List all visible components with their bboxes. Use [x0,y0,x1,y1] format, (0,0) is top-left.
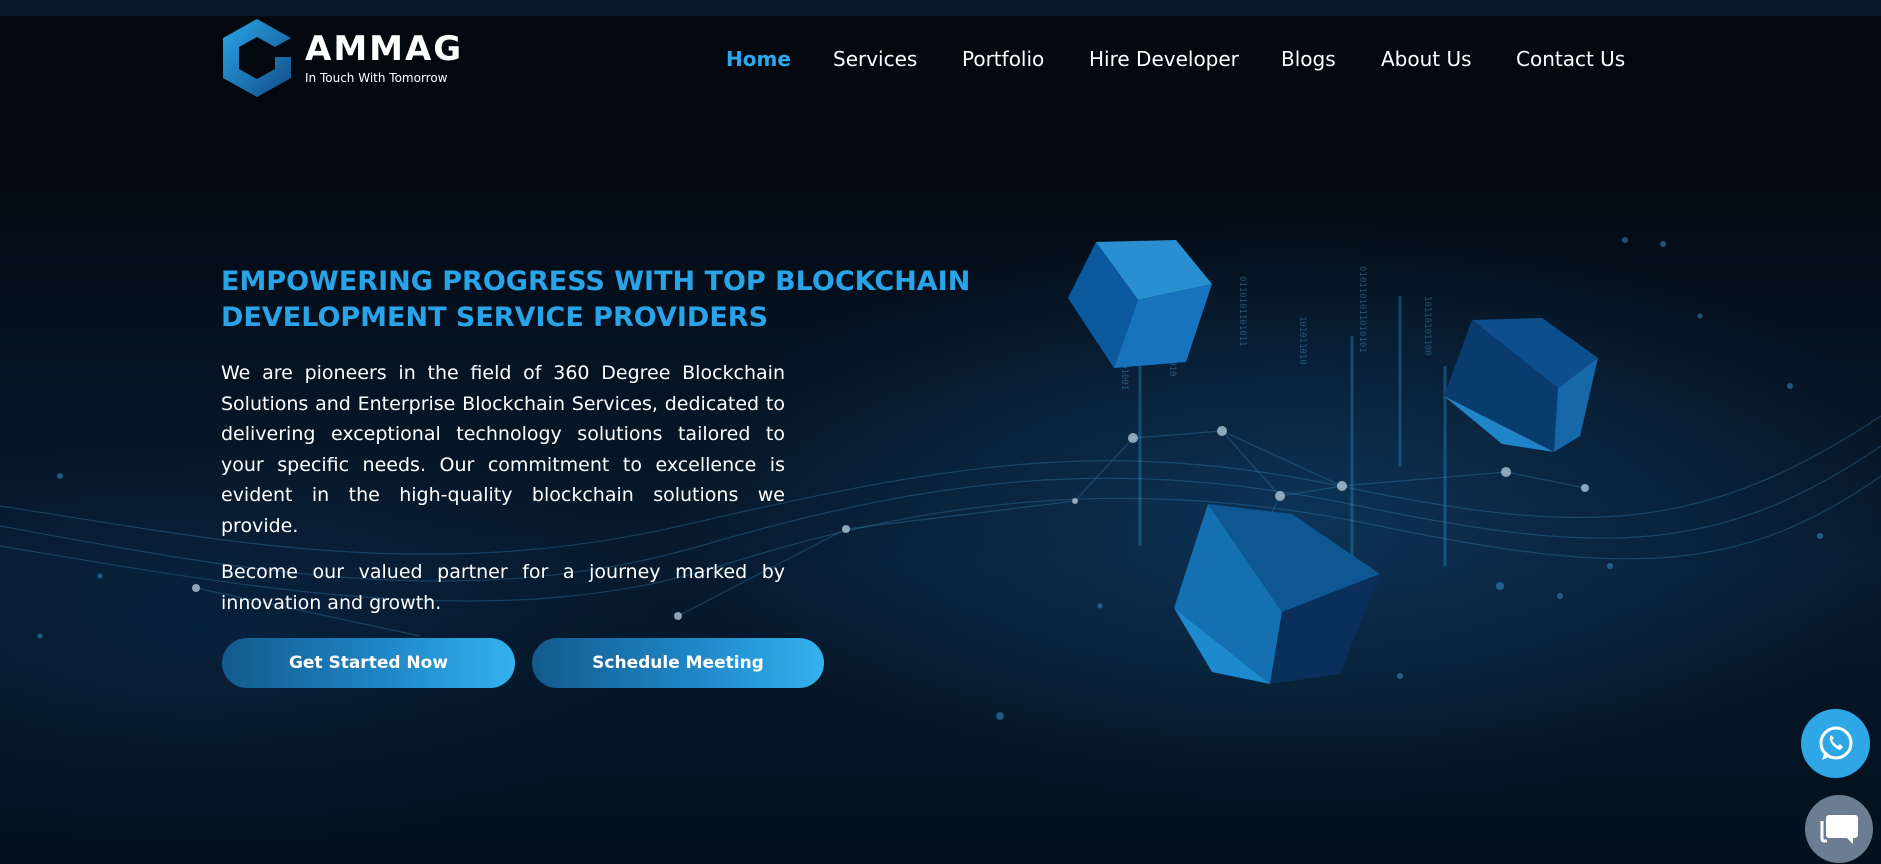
top-strip [0,0,1881,16]
nav-item-hire-developer[interactable]: Hire Developer [1089,46,1239,72]
cube-graphic-top [1068,240,1212,368]
svg-text:0110101101011: 0110101101011 [1237,276,1247,346]
brand-logo[interactable]: AMMAG In Touch With Tomorrow [221,17,461,101]
nav-item-contact-us[interactable]: Contact Us [1516,46,1625,72]
cube-graphic-right [1444,318,1598,452]
hero-heading: EMPOWERING PROGRESS WITH TOP BLOCKCHAIN … [221,266,971,333]
cube-graphic-bottom [1174,504,1380,684]
nav-item-about-us[interactable]: About Us [1381,46,1472,72]
hero-partner-text: Become our valued partner for a journey … [221,561,785,614]
svg-text:10110101100: 10110101100 [1422,296,1432,356]
nav-item-blogs[interactable]: Blogs [1281,46,1336,72]
whatsapp-button[interactable] [1801,709,1870,778]
hero-description: We are pioneers in the field of 360 Degr… [221,362,785,537]
schedule-meeting-button[interactable]: Schedule Meeting [532,638,824,688]
whatsapp-icon [1819,726,1852,760]
brand-name: AMMAG [305,29,464,69]
svg-text:0101101011010101: 0101101011010101 [1357,266,1367,353]
nav-item-home[interactable]: Home [726,46,791,72]
hexagon-logo-icon [223,19,291,97]
nav-item-services[interactable]: Services [833,46,917,72]
live-chat-button[interactable] [1805,795,1873,863]
nav-item-portfolio[interactable]: Portfolio [962,46,1044,72]
svg-text:101011010: 101011010 [1297,316,1307,365]
brand-tagline: In Touch With Tomorrow [305,71,448,85]
get-started-button[interactable]: Get Started Now [222,638,515,688]
chat-bubble-icon [1820,815,1858,844]
